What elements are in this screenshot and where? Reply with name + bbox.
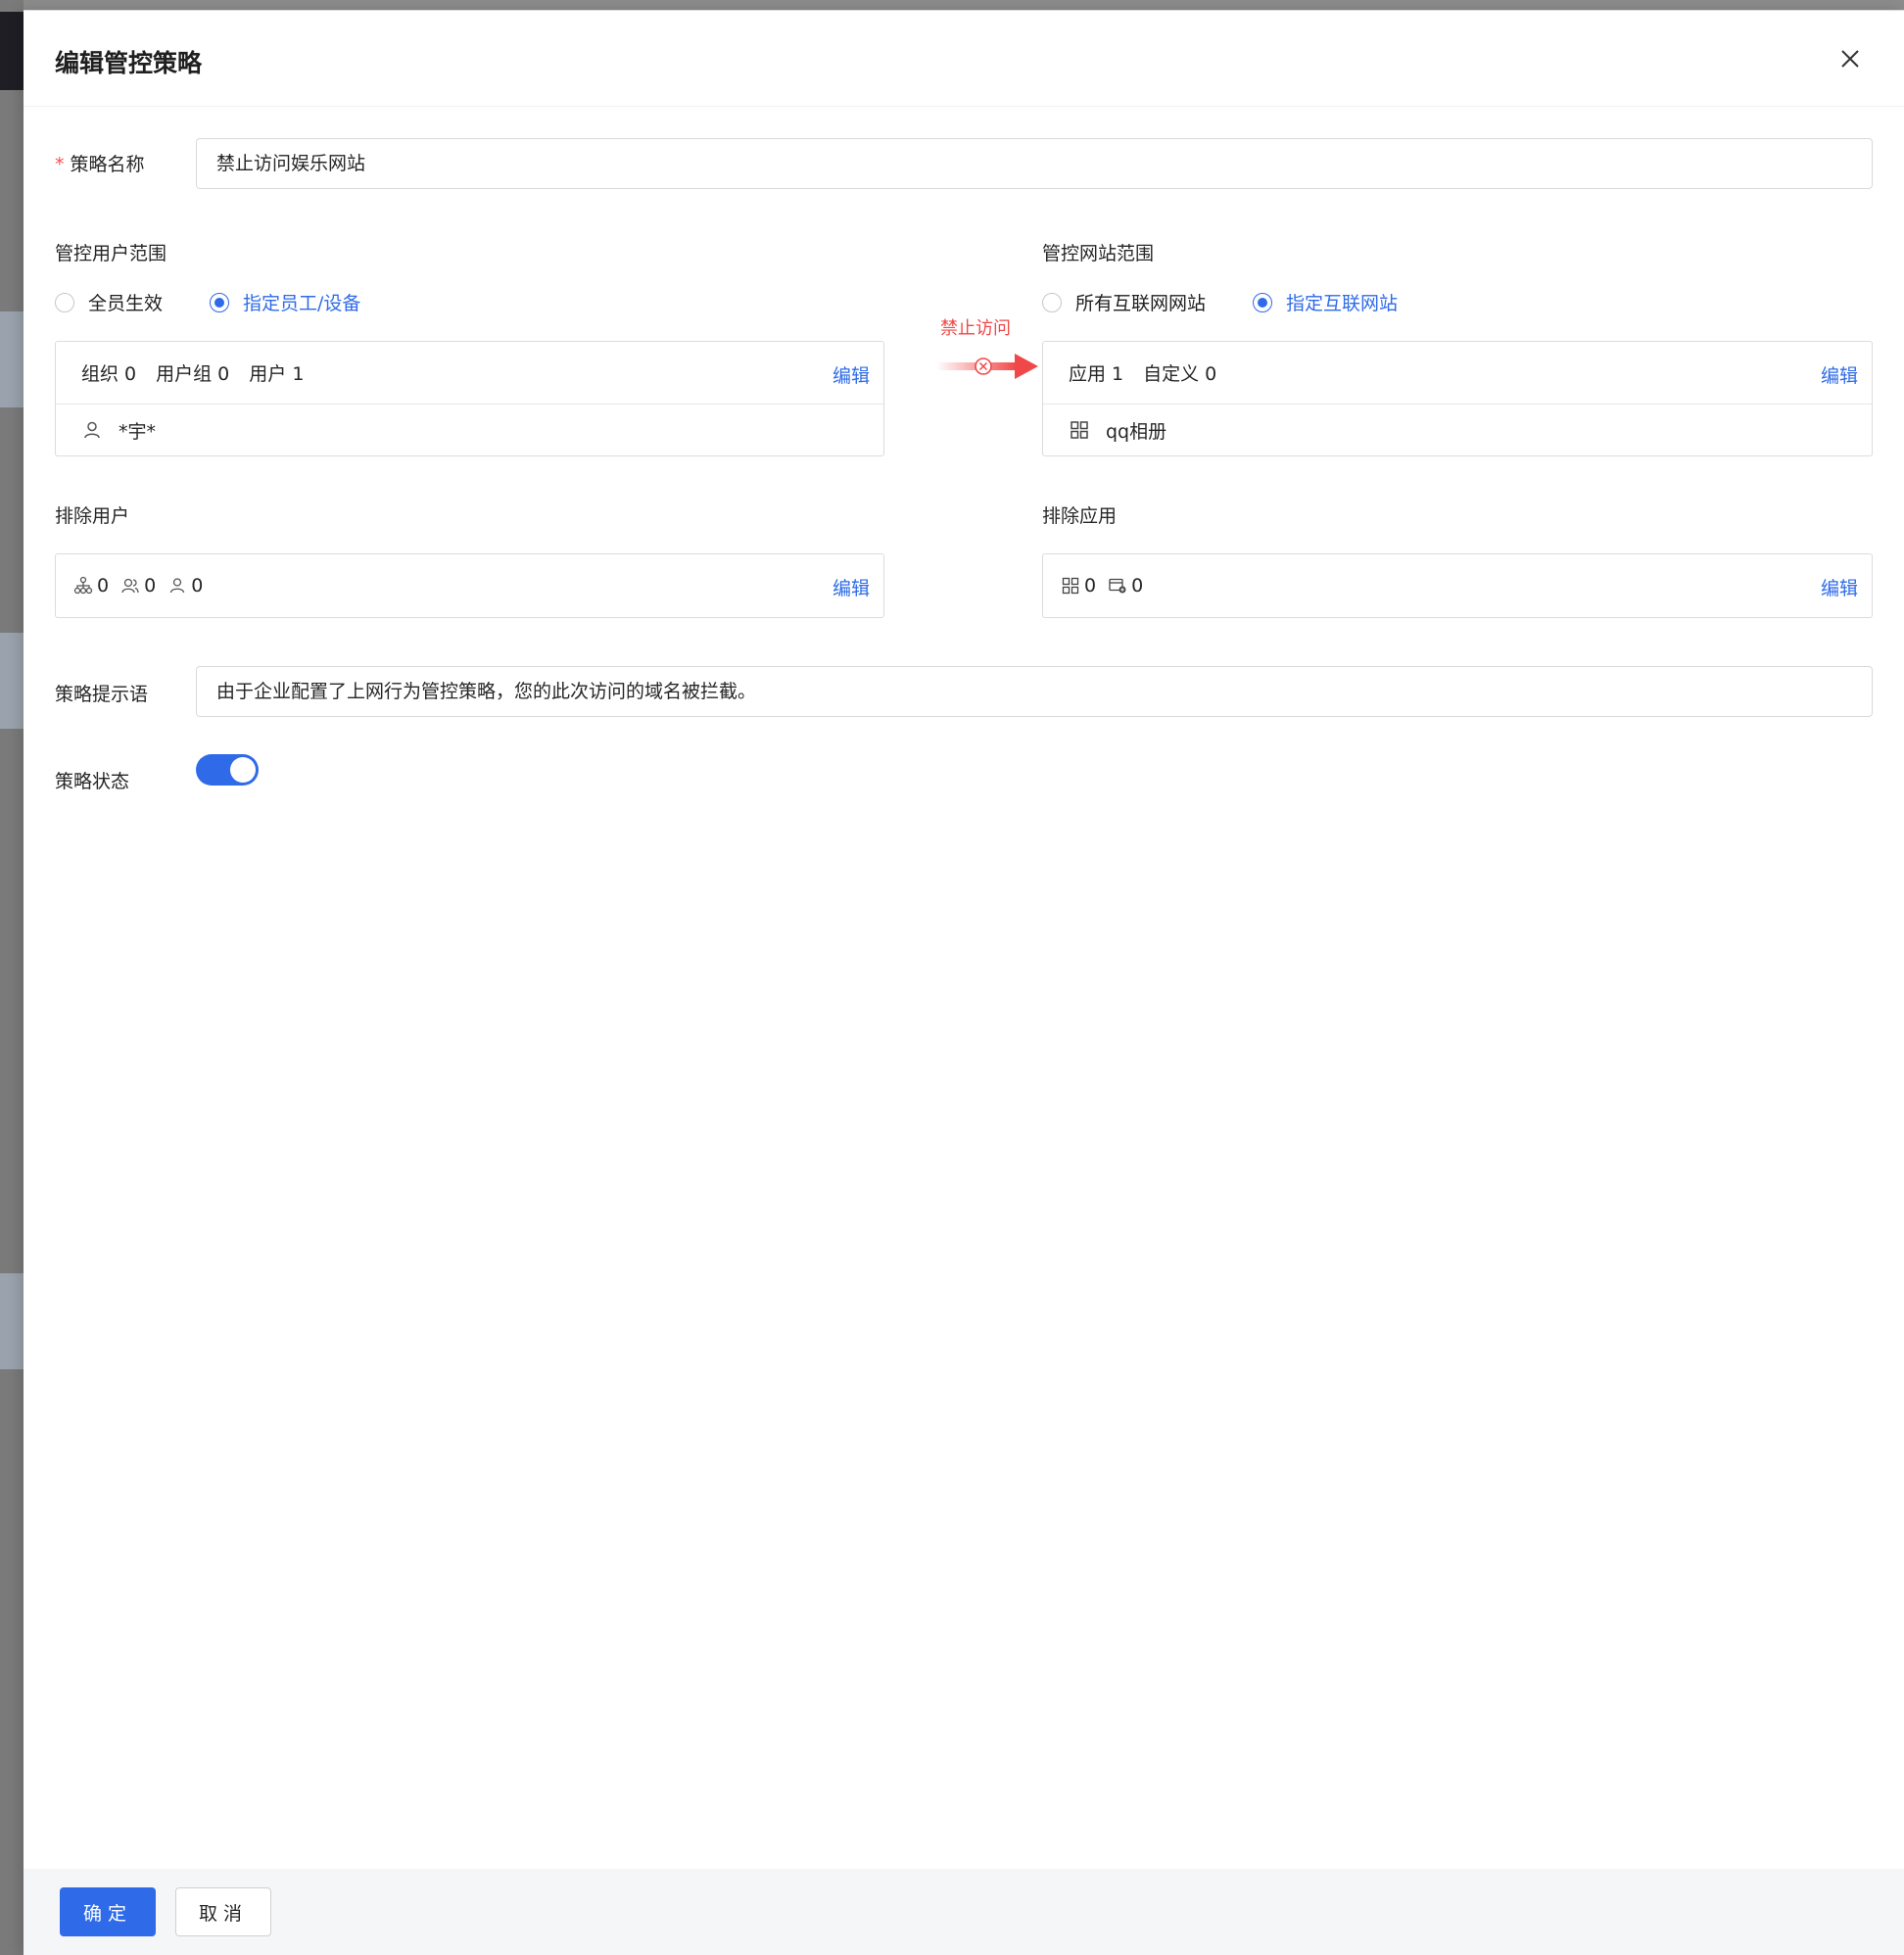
background-app: [0, 0, 24, 1955]
radio-specified-users[interactable]: 指定员工/设备: [210, 289, 360, 315]
exclude-group-count: 0: [120, 575, 156, 596]
drawer-footer: 确定 取消: [24, 1869, 1904, 1955]
background-row: [0, 633, 24, 729]
radio-all-sites[interactable]: 所有互联网网站: [1042, 289, 1206, 315]
org-tree-icon: [73, 576, 93, 596]
blocked-arrow-icon: [936, 354, 1038, 379]
edit-policy-drawer: 编辑管控策略 * 策略名称 禁止访问娱乐网站 管控用户范围 全员生效 指定员工/设…: [24, 10, 1904, 1955]
required-mark: *: [55, 154, 65, 175]
policy-name-label: * 策略名称: [55, 154, 145, 175]
user-icon: [81, 419, 103, 441]
app-count: 应用 1: [1069, 363, 1124, 385]
site-name: qq相册: [1106, 420, 1167, 443]
cancel-button[interactable]: 取消: [175, 1887, 271, 1936]
radio-dot: [55, 292, 74, 312]
background-row: [0, 311, 24, 407]
user-list-item: *宇*: [56, 405, 883, 455]
exclude-users-label: 排除用户: [55, 505, 130, 527]
close-icon: [1841, 50, 1859, 68]
exclude-users-box: 0 0 0 编辑: [55, 553, 884, 618]
exclude-users-row: 0 0 0 编辑: [56, 554, 883, 617]
policy-name-input[interactable]: 禁止访问娱乐网站: [196, 138, 1873, 189]
app-grid-icon: [1061, 576, 1080, 596]
radio-dot: [1042, 292, 1062, 312]
background-app-header: [0, 12, 24, 90]
exclude-org-count: 0: [73, 575, 109, 596]
custom-site-icon: [1108, 576, 1127, 596]
radio-dot: [1253, 292, 1272, 312]
user-icon: [167, 576, 187, 596]
site-scope-stats: 应用 1 自定义 0 编辑: [1043, 342, 1872, 405]
site-scope-box: 应用 1 自定义 0 编辑 qq相册: [1042, 341, 1873, 456]
user-scope-box: 组织 0 用户组 0 用户 1 编辑 *宇*: [55, 341, 884, 456]
org-count: 组织 0: [81, 363, 137, 385]
drawer-header: 编辑管控策略: [24, 11, 1904, 107]
policy-prompt-label: 策略提示语: [55, 684, 149, 705]
exclude-apps-edit-link[interactable]: 编辑: [1821, 574, 1858, 600]
app-grid-icon: [1069, 419, 1090, 441]
block-arrow: 禁止访问: [934, 314, 1042, 393]
drawer-title: 编辑管控策略: [55, 49, 203, 77]
confirm-button[interactable]: 确定: [60, 1887, 156, 1936]
site-list-item: qq相册: [1043, 405, 1872, 455]
exclude-user-count: 0: [167, 575, 203, 596]
background-row: [0, 1273, 24, 1369]
custom-count: 自定义 0: [1143, 363, 1217, 385]
radio-specified-sites[interactable]: 指定互联网站: [1253, 289, 1398, 315]
policy-status-toggle[interactable]: [196, 754, 259, 786]
policy-prompt-input[interactable]: 由于企业配置了上网行为管控策略，您的此次访问的域名被拦截。: [196, 666, 1873, 717]
user-count: 用户 1: [249, 363, 305, 385]
exclude-app-count: 0: [1061, 575, 1096, 596]
user-group-icon: [120, 576, 140, 596]
user-name: *宇*: [119, 420, 157, 443]
radio-dot: [210, 292, 229, 312]
radio-all-users[interactable]: 全员生效: [55, 289, 163, 315]
group-count: 用户组 0: [156, 363, 230, 385]
exclude-apps-label: 排除应用: [1042, 505, 1118, 527]
policy-status-label: 策略状态: [55, 771, 130, 792]
exclude-apps-row: 0 0 编辑: [1043, 554, 1872, 617]
exclude-custom-count: 0: [1108, 575, 1143, 596]
exclude-apps-box: 0 0 编辑: [1042, 553, 1873, 618]
exclude-users-edit-link[interactable]: 编辑: [833, 574, 870, 600]
site-scope-edit-link[interactable]: 编辑: [1821, 361, 1858, 388]
user-scope-edit-link[interactable]: 编辑: [833, 361, 870, 388]
user-scope-label: 管控用户范围: [55, 243, 167, 264]
close-button[interactable]: [1835, 44, 1865, 73]
site-scope-label: 管控网站范围: [1042, 243, 1155, 264]
user-scope-stats: 组织 0 用户组 0 用户 1 编辑: [56, 342, 883, 405]
